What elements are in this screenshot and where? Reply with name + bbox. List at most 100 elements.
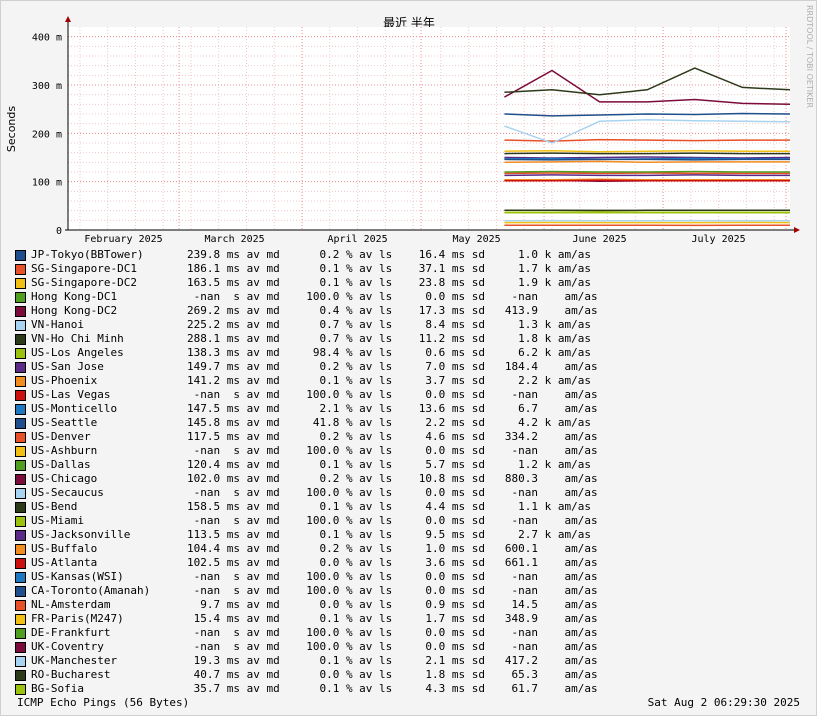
legend-label: SG-Singapore-DC2 bbox=[31, 276, 137, 289]
legend-swatch bbox=[15, 516, 26, 527]
series-line bbox=[504, 170, 790, 173]
legend-swatch bbox=[15, 334, 26, 345]
legend-label: US-Las Vegas bbox=[31, 388, 111, 401]
legend-swatch bbox=[15, 572, 26, 583]
x-tick-label: June 2025 bbox=[572, 234, 626, 245]
legend-swatch bbox=[15, 404, 26, 415]
legend-swatch bbox=[15, 362, 26, 373]
legend-stats: 239.8 ms av md 0.2 % av ls 16.4 ms sd 1.… bbox=[187, 248, 591, 261]
legend-label: US-Ashburn bbox=[31, 444, 98, 457]
series-line bbox=[504, 174, 790, 177]
legend-stats: 163.5 ms av md 0.1 % av ls 23.8 ms sd 1.… bbox=[187, 276, 591, 289]
legend-stats: -nan s av md 100.0 % av ls 0.0 ms sd -na… bbox=[187, 640, 598, 653]
legend-swatch bbox=[15, 530, 26, 541]
legend-label: US-Miami bbox=[31, 514, 84, 527]
legend-stats: 9.7 ms av md 0.0 % av ls 0.9 ms sd 14.5 … bbox=[187, 598, 598, 611]
legend-label: RO-Bucharest bbox=[31, 668, 111, 681]
y-axis-title: Seconds bbox=[5, 106, 18, 152]
series-line bbox=[504, 158, 790, 161]
legend-swatch bbox=[15, 418, 26, 429]
legend-stats: 120.4 ms av md 0.1 % av ls 5.7 ms sd 1.2… bbox=[187, 458, 591, 471]
legend-label: US-Bend bbox=[31, 500, 78, 513]
legend-swatch bbox=[15, 376, 26, 387]
legend-label: US-Atlanta bbox=[31, 556, 98, 569]
legend-label: UK-Coventry bbox=[31, 640, 104, 653]
legend-label: DE-Frankfurt bbox=[31, 626, 111, 639]
legend-label: UK-Manchester bbox=[31, 654, 118, 667]
legend-stats: 269.2 ms av md 0.4 % av ls 17.3 ms sd 41… bbox=[187, 304, 598, 317]
legend-swatch bbox=[15, 474, 26, 485]
footer-timestamp: Sat Aug 2 06:29:30 2025 bbox=[647, 696, 800, 709]
series-line bbox=[504, 152, 790, 155]
legend-stats: 288.1 ms av md 0.7 % av ls 11.2 ms sd 1.… bbox=[187, 332, 591, 345]
x-axis-arrow bbox=[794, 227, 800, 233]
legend-swatch bbox=[15, 684, 26, 695]
y-axis-arrow bbox=[65, 16, 71, 22]
legend-stats: -nan s av md 100.0 % av ls 0.0 ms sd -na… bbox=[187, 444, 598, 457]
legend-label: VN-Hanoi bbox=[31, 318, 84, 331]
legend-swatch bbox=[15, 642, 26, 653]
legend-stats: 138.3 ms av md 98.4 % av ls 0.6 ms sd 6.… bbox=[187, 346, 591, 359]
legend-stats: -nan s av md 100.0 % av ls 0.0 ms sd -na… bbox=[187, 486, 598, 499]
latency-chart: 最近 半年 Seconds RRDTOOL / TOBI OETIKER 010… bbox=[5, 5, 814, 245]
legend-stats: -nan s av md 100.0 % av ls 0.0 ms sd -na… bbox=[187, 514, 598, 527]
legend-stats: 149.7 ms av md 0.2 % av ls 7.0 ms sd 184… bbox=[187, 360, 598, 373]
legend-label: US-Dallas bbox=[31, 458, 91, 471]
legend-stats: 40.7 ms av md 0.0 % av ls 1.8 ms sd 65.3… bbox=[187, 668, 598, 681]
legend-swatch bbox=[15, 656, 26, 667]
legend-label: US-Los Angeles bbox=[31, 346, 124, 359]
legend-label: Hong Kong-DC2 bbox=[31, 304, 118, 317]
legend-swatch bbox=[15, 670, 26, 681]
legend-label: FR-Paris(M247) bbox=[31, 612, 124, 625]
legend-swatch bbox=[15, 348, 26, 359]
plot-area bbox=[68, 27, 790, 230]
legend-swatch bbox=[15, 600, 26, 611]
legend-label: US-Kansas(WSI) bbox=[31, 570, 124, 583]
x-tick-label: May 2025 bbox=[453, 234, 501, 245]
legend-swatch bbox=[15, 390, 26, 401]
legend-stats: 225.2 ms av md 0.7 % av ls 8.4 ms sd 1.3… bbox=[187, 318, 591, 331]
legend-stats: -nan s av md 100.0 % av ls 0.0 ms sd -na… bbox=[187, 290, 598, 303]
legend-swatch bbox=[15, 250, 26, 261]
legend-label: JP-Tokyo(BBTower) bbox=[31, 248, 144, 261]
footer-probe-label: ICMP Echo Pings (56 Bytes) bbox=[17, 696, 190, 709]
legend-stats: 186.1 ms av md 0.1 % av ls 37.1 ms sd 1.… bbox=[187, 262, 591, 275]
legend-stats: 102.0 ms av md 0.2 % av ls 10.8 ms sd 88… bbox=[187, 472, 598, 485]
legend-stats: 102.5 ms av md 0.0 % av ls 3.6 ms sd 661… bbox=[187, 556, 598, 569]
legend-label: US-Secaucus bbox=[31, 486, 104, 499]
legend-label: VN-Ho Chi Minh bbox=[31, 332, 124, 345]
legend-swatch bbox=[15, 432, 26, 443]
legend-stats: 19.3 ms av md 0.1 % av ls 2.1 ms sd 417.… bbox=[187, 654, 598, 667]
legend-label: US-Denver bbox=[31, 430, 91, 443]
legend-label: US-Chicago bbox=[31, 472, 98, 485]
legend-swatch bbox=[15, 292, 26, 303]
legend-stats: 158.5 ms av md 0.1 % av ls 4.4 ms sd 1.1… bbox=[187, 500, 591, 513]
legend-label: Hong Kong-DC1 bbox=[31, 290, 118, 303]
legend-stats: -nan s av md 100.0 % av ls 0.0 ms sd -na… bbox=[187, 626, 598, 639]
watermark: RRDTOOL / TOBI OETIKER bbox=[805, 5, 814, 108]
x-tick-label: April 2025 bbox=[327, 234, 387, 245]
legend-label: CA-Toronto(Amanah) bbox=[31, 584, 151, 597]
legend-stats: 104.4 ms av md 0.2 % av ls 1.0 ms sd 600… bbox=[187, 542, 598, 555]
legend-swatch bbox=[15, 460, 26, 471]
legend-swatch bbox=[15, 488, 26, 499]
legend-label: BG-Sofia bbox=[31, 682, 84, 695]
legend-swatch bbox=[15, 306, 26, 317]
y-tick-label: 0 bbox=[56, 226, 62, 237]
legend-stats: 145.8 ms av md 41.8 % av ls 2.2 ms sd 4.… bbox=[187, 416, 591, 429]
legend-label: US-Seattle bbox=[31, 416, 98, 429]
legend-swatch bbox=[15, 586, 26, 597]
legend-swatch bbox=[15, 278, 26, 289]
legend-swatch bbox=[15, 320, 26, 331]
legend-swatch bbox=[15, 264, 26, 275]
legend-stats: -nan s av md 100.0 % av ls 0.0 ms sd -na… bbox=[187, 388, 598, 401]
legend-stats: 35.7 ms av md 0.1 % av ls 4.3 ms sd 61.7… bbox=[187, 682, 598, 695]
legend-swatch bbox=[15, 544, 26, 555]
legend-stats: -nan s av md 100.0 % av ls 0.0 ms sd -na… bbox=[187, 570, 598, 583]
legend-label: US-Phoenix bbox=[31, 374, 98, 387]
legend-label: US-San Jose bbox=[31, 360, 104, 373]
series-line bbox=[504, 179, 790, 182]
legend-label: US-Jacksonville bbox=[31, 528, 131, 541]
y-tick-label: 300 m bbox=[32, 81, 62, 92]
x-tick-label: February 2025 bbox=[84, 234, 162, 245]
